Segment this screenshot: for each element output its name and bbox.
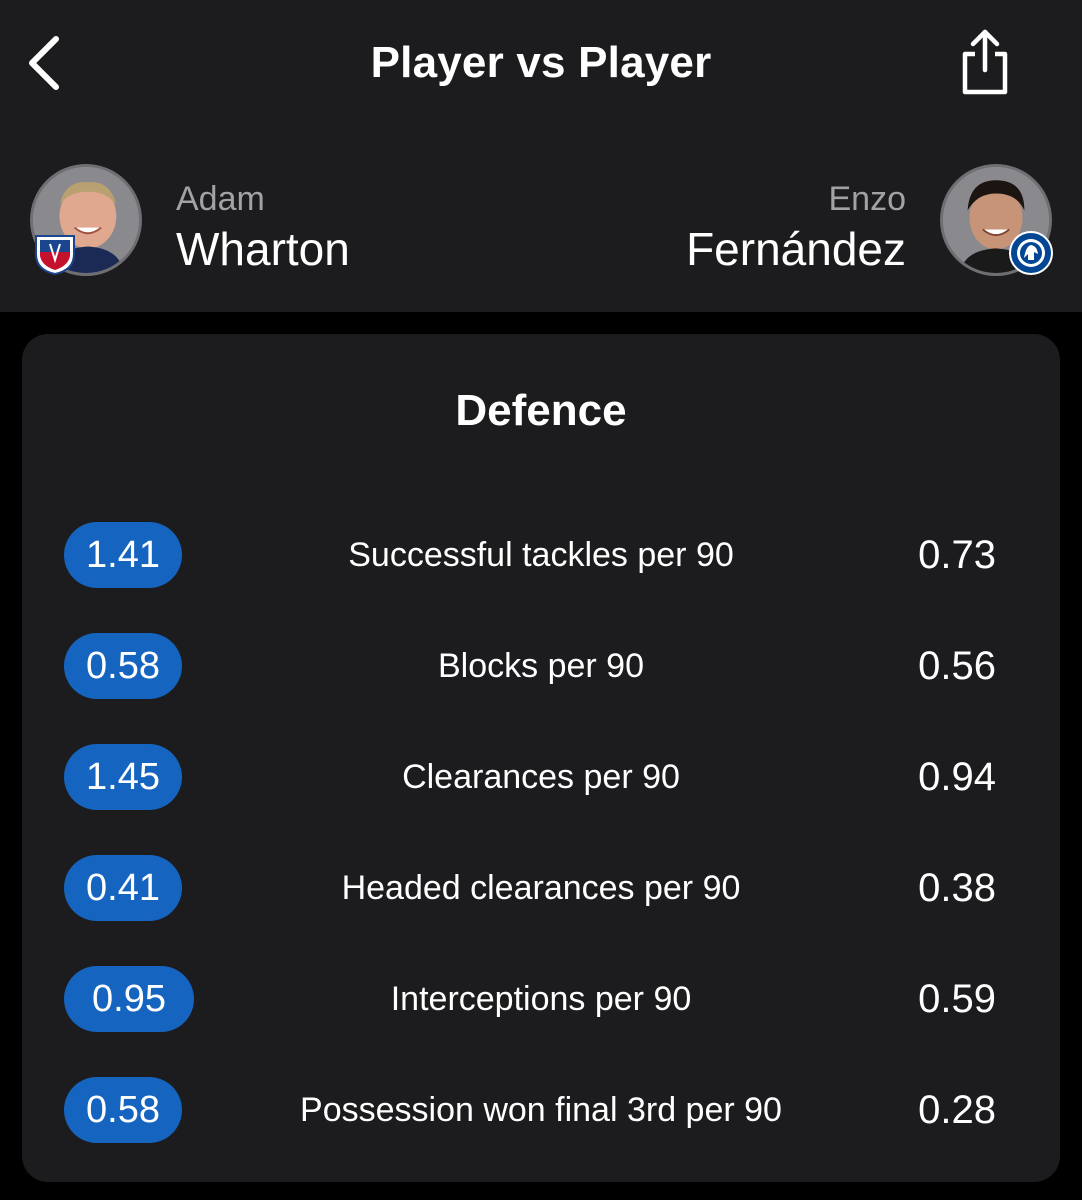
- chelsea-badge: [1009, 231, 1053, 275]
- stat-left-value-highlight: 0.58: [64, 633, 182, 699]
- header-area: Player vs Player Adam Wharton Enzo Ferná…: [0, 0, 1082, 312]
- stat-right-value: 0.38: [918, 865, 996, 910]
- stat-row: 0.58 Blocks per 90 0.56: [22, 633, 1060, 699]
- stat-row: 1.41 Successful tackles per 90 0.73: [22, 522, 1060, 588]
- player-right-first-name: Enzo: [828, 180, 907, 218]
- player-left-first-name: Adam: [176, 180, 265, 218]
- section-title: Defence: [455, 386, 627, 435]
- stat-right-value: 0.73: [918, 532, 996, 577]
- share-button[interactable]: [950, 26, 1020, 98]
- stat-label: Headed clearances per 90: [341, 868, 741, 907]
- stat-left-value-highlight: 0.95: [64, 966, 194, 1032]
- stat-row: 0.41 Headed clearances per 90 0.38: [22, 855, 1060, 921]
- player-left-last-name: Wharton: [176, 223, 350, 275]
- stat-right-value: 0.59: [918, 976, 996, 1021]
- stat-left-value-highlight: 0.58: [64, 1077, 182, 1143]
- stat-label: Blocks per 90: [438, 646, 644, 685]
- stat-row: 0.58 Possession won final 3rd per 90 0.2…: [22, 1077, 1060, 1143]
- stat-row: 1.45 Clearances per 90 0.94: [22, 744, 1060, 810]
- stat-left-value-highlight: 0.41: [64, 855, 182, 921]
- player-left[interactable]: Adam Wharton: [30, 164, 490, 278]
- stat-label: Possession won final 3rd per 90: [300, 1090, 782, 1129]
- stat-label: Successful tackles per 90: [348, 535, 734, 574]
- stat-right-value: 0.28: [918, 1087, 996, 1132]
- stat-left-value-highlight: 1.41: [64, 522, 182, 588]
- stat-row: 0.95 Interceptions per 90 0.59: [22, 966, 1060, 1032]
- share-icon: [962, 29, 1008, 95]
- defence-card: Defence 1.41 Successful tackles per 90 0…: [22, 334, 1060, 1182]
- stat-right-value: 0.56: [918, 643, 996, 688]
- stat-right-value: 0.94: [918, 754, 996, 799]
- crystal-palace-badge: [35, 235, 75, 276]
- stat-left-value-highlight: 1.45: [64, 744, 182, 810]
- player-right[interactable]: Enzo Fernández: [592, 164, 1053, 278]
- player-right-last-name: Fernández: [686, 223, 906, 275]
- stat-label: Clearances per 90: [402, 757, 680, 796]
- stat-label: Interceptions per 90: [390, 979, 692, 1018]
- page-title: Player vs Player: [370, 38, 712, 87]
- navigation-bar: Player vs Player: [0, 0, 1082, 130]
